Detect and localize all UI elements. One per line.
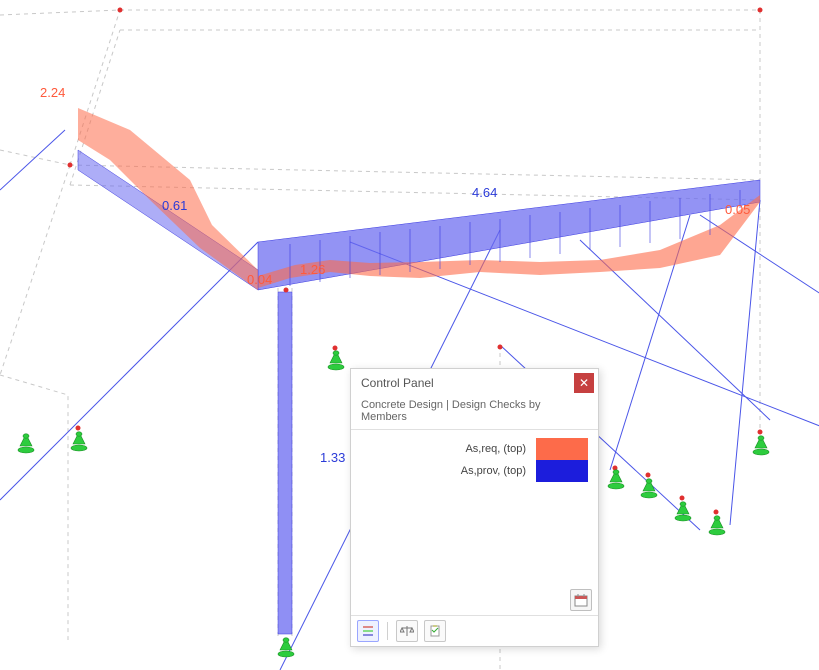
- paste-button[interactable]: [424, 620, 446, 642]
- value-label: 1.26: [300, 262, 325, 277]
- list-view-button[interactable]: [357, 620, 379, 642]
- footer-separator: [387, 622, 388, 640]
- value-label: 1.33: [320, 450, 345, 465]
- support-icon: [70, 430, 88, 452]
- calendar-button[interactable]: [570, 589, 592, 611]
- support-icon: [277, 636, 295, 658]
- support-icon: [327, 349, 345, 371]
- panel-footer: [351, 616, 598, 646]
- paste-icon: [429, 625, 441, 637]
- value-label: 0.05: [725, 202, 750, 217]
- legend-swatch-req: [536, 438, 588, 460]
- support-icon: [674, 500, 692, 522]
- legend-label-prov: As,prov, (top): [361, 465, 536, 477]
- support-icon: [17, 432, 35, 454]
- value-label: 0.04: [247, 272, 272, 287]
- balance-icon: [400, 625, 414, 637]
- support-icon: [607, 468, 625, 490]
- legend-label-req: As,req, (top): [361, 443, 536, 455]
- panel-title: Control Panel: [361, 376, 574, 390]
- value-label: 4.64: [472, 185, 497, 200]
- close-icon: ✕: [579, 377, 589, 389]
- support-icon: [640, 477, 658, 499]
- legend-swatch-prov: [536, 460, 588, 482]
- support-icon: [708, 514, 726, 536]
- legend-row-req: As,req, (top): [361, 438, 588, 460]
- support-icon: [752, 434, 770, 456]
- value-label: 0.61: [162, 198, 187, 213]
- calendar-icon: [574, 593, 588, 607]
- balance-button[interactable]: [396, 620, 418, 642]
- value-label: 2.24: [40, 85, 65, 100]
- list-icon: [362, 625, 374, 637]
- legend-row-prov: As,prov, (top): [361, 460, 588, 482]
- panel-subtitle: Concrete Design | Design Checks by Membe…: [351, 397, 598, 429]
- panel-titlebar[interactable]: Control Panel ✕: [351, 369, 598, 397]
- beam-prov-fill: [258, 180, 760, 290]
- control-panel[interactable]: Control Panel ✕ Concrete Design | Design…: [350, 368, 599, 647]
- panel-body: As,req, (top) As,prov, (top): [351, 429, 598, 616]
- column-prov-fill: [278, 292, 292, 634]
- close-button[interactable]: ✕: [574, 373, 594, 393]
